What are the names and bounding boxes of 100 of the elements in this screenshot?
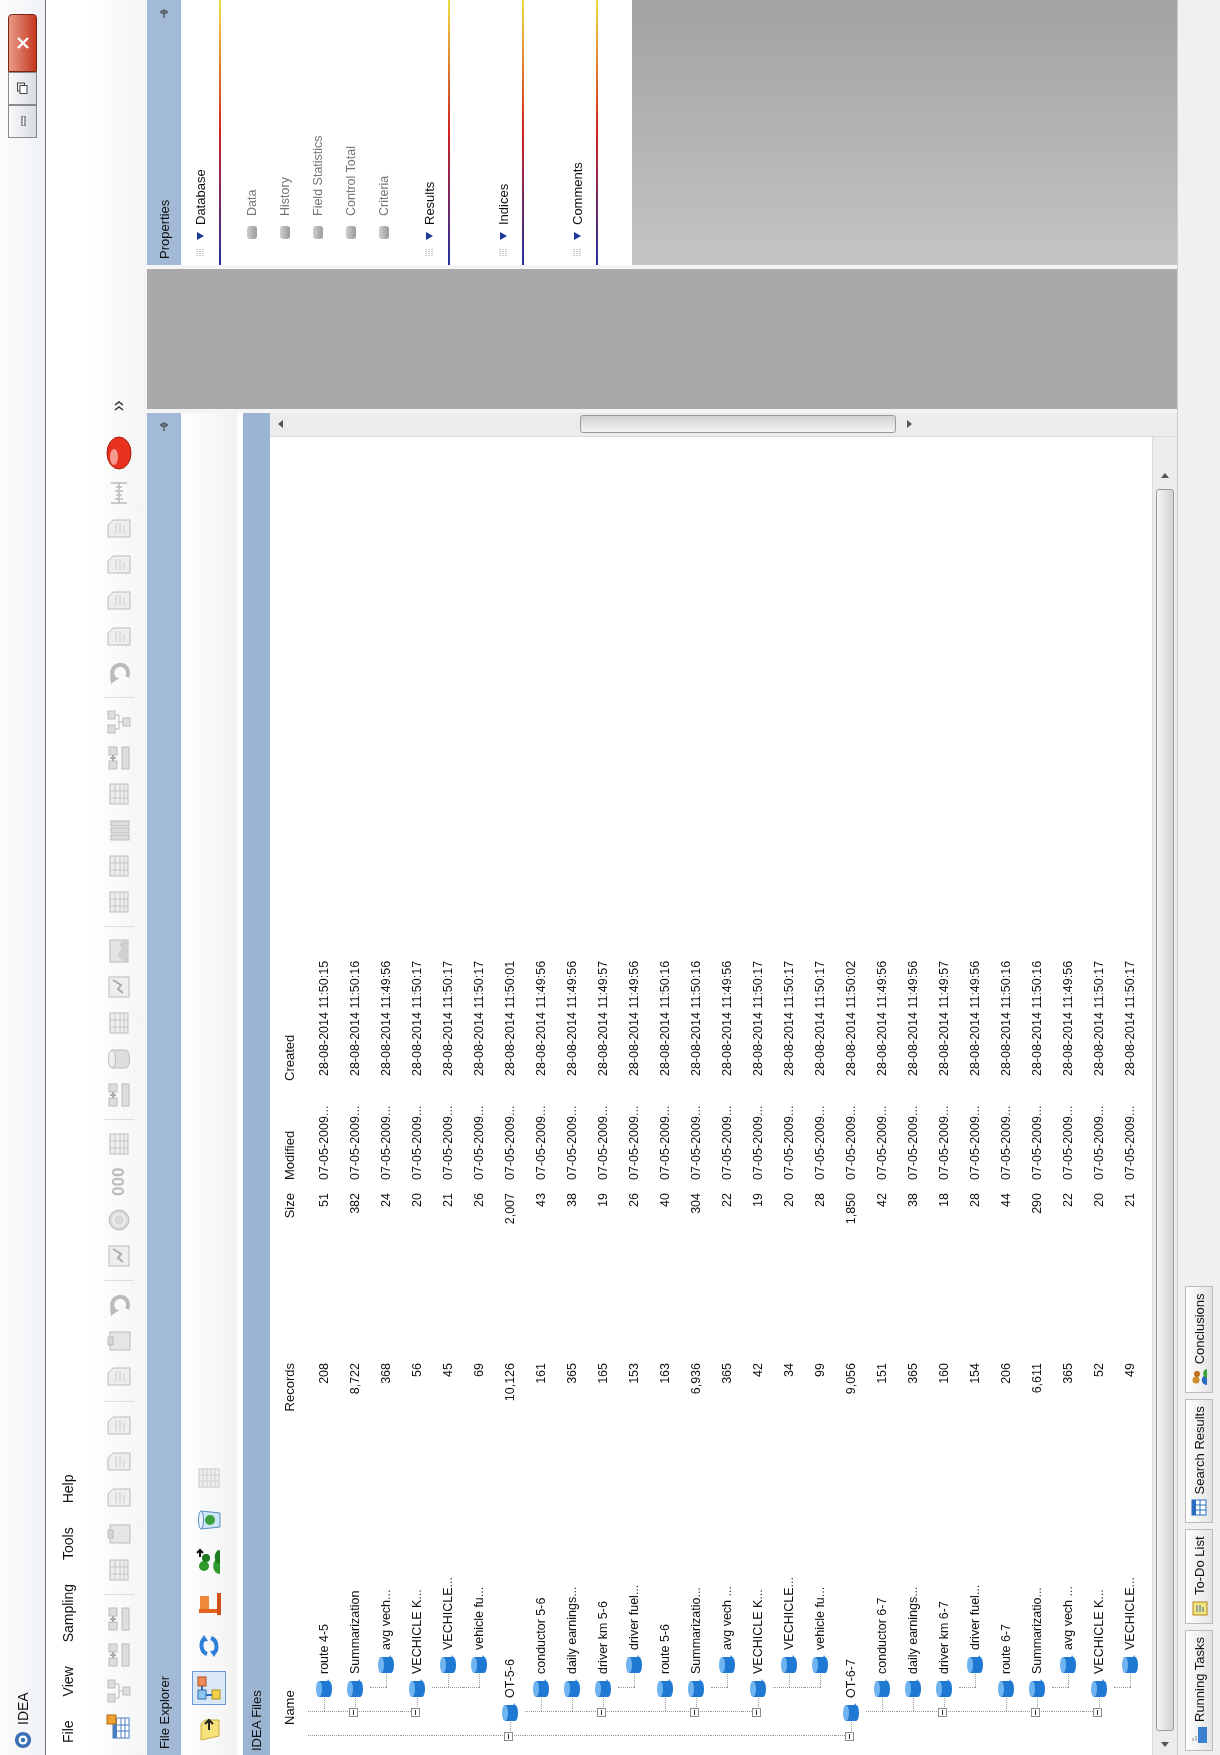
file-name[interactable]: avg vech ... [1060,1586,1075,1650]
scrollbar-thumb[interactable] [1156,489,1174,1731]
tree-toggle[interactable] [597,1708,606,1717]
file-name[interactable]: avg vech... [378,1589,393,1650]
property-item[interactable]: Data [244,189,259,216]
database-icon [871,1678,892,1700]
menu-item[interactable]: Help [60,1474,76,1504]
file-size: 43 [533,1192,548,1209]
vertical-scrollbar[interactable] [270,413,1177,437]
file-name[interactable]: daily earnings... [905,1586,920,1674]
record-count: 151 [874,1362,889,1386]
file-name[interactable]: route 6-7 [998,1623,1013,1674]
section-header[interactable]: Database [181,0,221,265]
new-table-icon[interactable] [104,1713,133,1741]
triangle-icon [572,231,582,241]
arrow-up-icon[interactable] [276,419,286,430]
restore-button[interactable] [8,72,37,105]
panel-tab[interactable]: Search Results [1185,1399,1213,1524]
column-header[interactable]: Records [281,1359,297,1425]
close-button[interactable] [8,14,37,72]
people-icon [195,1548,223,1576]
file-name[interactable]: conductor 6-7 [874,1597,889,1674]
tree-toggle[interactable] [411,1708,420,1717]
column-header[interactable]: Name [281,1425,297,1755]
file-name[interactable]: VECHICLE K... [750,1589,765,1674]
menu-item[interactable]: Tools [60,1527,76,1560]
file-name[interactable]: driver fuel... [967,1584,982,1650]
file-name[interactable]: avg vech ... [719,1586,734,1650]
file-name[interactable]: Summarizatio... [688,1587,703,1674]
panel-tab[interactable]: Conclusions [1185,1286,1213,1394]
record-count: 56 [409,1362,424,1379]
section-header[interactable]: Indices [484,0,524,265]
column-header[interactable]: Created [281,437,297,1085]
database-icon [437,1654,458,1676]
created-date: 28-08-2014 11:49:56 [378,959,393,1078]
menu-item[interactable]: Sampling [60,1583,76,1643]
horizontal-scrollbar[interactable] [1152,437,1177,1755]
pin-icon[interactable] [158,8,170,20]
modified-date: 07-05-2009... [502,1104,517,1182]
database-icon [654,1678,675,1700]
tree-toggle[interactable] [845,1732,854,1741]
arrow-left-icon[interactable] [1160,1739,1170,1749]
tree-toggle[interactable] [1031,1708,1040,1717]
file-name[interactable]: vehicle fu... [812,1586,827,1650]
file-name[interactable]: VECHICLE K... [1091,1589,1106,1674]
panel-tab[interactable]: Running Tasks [1185,1629,1213,1751]
file-name[interactable]: VECHICLE... [781,1577,796,1650]
modified-date: 07-05-2009... [533,1104,548,1182]
tree-toggle[interactable] [752,1708,761,1717]
file-name[interactable]: vehicle fu... [471,1586,486,1650]
panel-tab[interactable]: To-Do List [1185,1529,1213,1624]
file-name[interactable]: VECHICLE K... [409,1589,424,1674]
file-size: 28 [967,1192,982,1209]
file-name[interactable]: Summarization [347,1590,362,1674]
database-icon [747,1678,768,1700]
file-size: 21 [1122,1192,1137,1209]
arrow-down-icon[interactable] [904,419,914,430]
record-count: 45 [440,1362,455,1379]
property-item[interactable]: History [277,177,292,216]
column-header[interactable]: Modified [281,1085,297,1189]
file-name[interactable]: route 5-6 [657,1623,672,1674]
section-header[interactable]: Comments [558,0,598,265]
menu-item[interactable]: View [60,1666,76,1697]
record-count: 161 [533,1362,548,1386]
tree-toggle[interactable] [1093,1708,1102,1717]
file-name[interactable]: conductor 5-6 [533,1597,548,1674]
tree-toggle[interactable] [349,1708,358,1717]
column-header[interactable]: Size [281,1189,297,1359]
record-icon[interactable] [104,434,133,471]
database-icon [499,1702,520,1724]
tree-toggle[interactable] [938,1708,947,1717]
tree-icon[interactable] [104,1677,133,1705]
file-name[interactable]: VECHICLE... [1122,1577,1137,1650]
file-size: 38 [905,1192,920,1209]
file-name[interactable]: route 4-5 [316,1623,331,1674]
file-name[interactable]: OT-6-7 [843,1659,858,1698]
pin-icon[interactable] [158,421,170,433]
modified-date: 07-05-2009... [378,1104,393,1182]
database-icon [592,1678,613,1700]
database-icon [1057,1654,1078,1676]
property-item[interactable]: Criteria [376,175,391,216]
status-icon [312,226,323,239]
file-name[interactable]: driver km 6-7 [936,1601,951,1674]
menu-item[interactable]: File [60,1720,76,1743]
file-name[interactable]: VECHICLE... [440,1577,455,1650]
file-name[interactable]: Summarizatio... [1029,1587,1044,1674]
tree-icon[interactable] [104,707,133,736]
property-item[interactable]: Control Total [343,146,358,216]
scrollbar-thumb[interactable] [580,415,896,434]
file-name[interactable]: daily earnings... [564,1586,579,1674]
arrow-right-icon[interactable] [1160,471,1170,481]
tree-toggle[interactable] [690,1708,699,1717]
section-header[interactable]: Results [410,0,450,265]
file-name[interactable]: driver fuel... [626,1584,641,1650]
tree-toggle[interactable] [504,1732,513,1741]
database-icon [1026,1678,1047,1700]
modified-date: 07-05-2009... [719,1104,734,1182]
file-name[interactable]: driver km 5-6 [595,1601,610,1674]
file-name[interactable]: OT-5-6 [502,1659,517,1698]
property-item[interactable]: Field Statistics [310,135,325,216]
